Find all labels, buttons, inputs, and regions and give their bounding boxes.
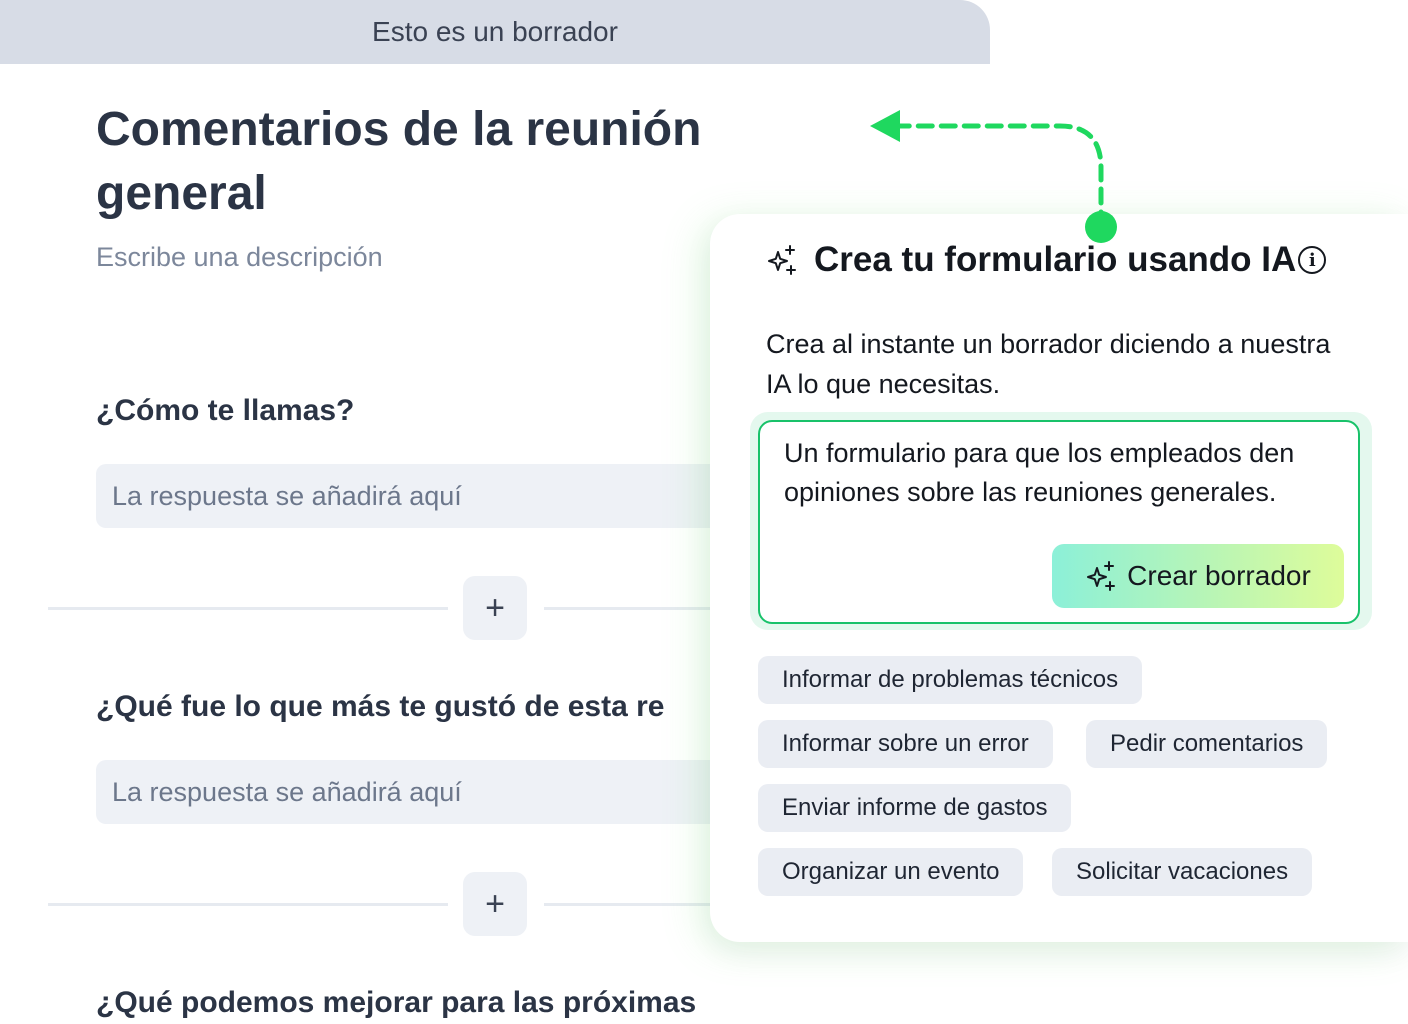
plus-icon: + bbox=[485, 884, 505, 923]
ai-form-builder-panel: Crea tu formulario usando IA i Crea al i… bbox=[710, 214, 1408, 942]
ai-panel-subtitle: Crea al instante un borrador diciendo a … bbox=[766, 329, 1331, 399]
question-3-label[interactable]: ¿Qué podemos mejorar para las próximas bbox=[96, 986, 796, 1020]
suggestion-chip-request-feedback[interactable]: Pedir comentarios bbox=[1086, 720, 1328, 768]
answer-placeholder: La respuesta se añadirá aquí bbox=[112, 776, 462, 807]
draft-banner: Esto es un borrador bbox=[0, 0, 990, 64]
sparkle-icon bbox=[1087, 561, 1116, 591]
ai-panel-title: Crea tu formulario usando IA bbox=[814, 240, 1297, 279]
info-icon[interactable]: i bbox=[1298, 246, 1327, 274]
suggestion-chip-request-vacation[interactable]: Solicitar vacaciones bbox=[1052, 848, 1313, 896]
question-2-answer-field: La respuesta se añadirá aquí bbox=[96, 760, 796, 824]
suggestion-chip-organize-event[interactable]: Organizar un evento bbox=[758, 848, 1024, 896]
draft-banner-label: Esto es un borrador bbox=[372, 16, 618, 47]
question-1-answer-field: La respuesta se añadirá aquí bbox=[96, 464, 796, 528]
create-draft-label: Crear borrador bbox=[1127, 560, 1311, 591]
divider bbox=[48, 903, 448, 906]
form-description-field[interactable]: Escribe una descripción bbox=[96, 242, 383, 273]
ai-prompt-text[interactable]: Un formulario para que los empleados den… bbox=[784, 434, 1354, 512]
form-title[interactable]: Comentarios de la reunión general bbox=[96, 98, 736, 226]
ai-prompt-input[interactable]: Un formulario para que los empleados den… bbox=[758, 420, 1360, 624]
suggestion-chip-expense-report[interactable]: Enviar informe de gastos bbox=[758, 784, 1072, 832]
suggestion-chip-technical-issues[interactable]: Informar de problemas técnicos bbox=[758, 656, 1143, 704]
sparkle-icon bbox=[768, 245, 796, 275]
add-question-button[interactable]: + bbox=[463, 872, 527, 936]
add-question-button[interactable]: + bbox=[463, 576, 527, 640]
answer-placeholder: La respuesta se añadirá aquí bbox=[112, 480, 462, 511]
plus-icon: + bbox=[485, 588, 505, 627]
ai-panel-header: Crea tu formulario usando IA i bbox=[766, 240, 1327, 280]
suggestion-chip-report-bug[interactable]: Informar sobre un error bbox=[758, 720, 1053, 768]
divider bbox=[48, 607, 448, 610]
question-2-label[interactable]: ¿Qué fue lo que más te gustó de esta re bbox=[96, 690, 796, 724]
question-1-label[interactable]: ¿Cómo te llamas? bbox=[96, 394, 796, 428]
create-draft-button[interactable]: Crear borrador bbox=[1052, 544, 1344, 608]
